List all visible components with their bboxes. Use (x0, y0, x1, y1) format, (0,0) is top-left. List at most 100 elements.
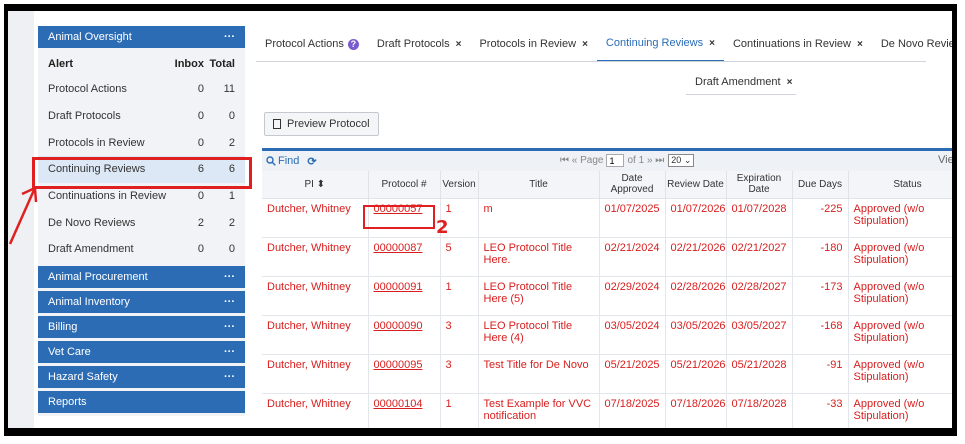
sidebar-item-draft-protocols[interactable]: Draft Protocols 0 0 (38, 103, 245, 130)
sidebar-section-hazard-safety[interactable]: Hazard Safety ··· (38, 365, 245, 388)
pi-cell: Dutcher, Whitney (262, 315, 369, 355)
table-row[interactable]: Dutcher, Whitney 00000095 3 Test Title for … (262, 354, 952, 394)
pager: ⏮ « Page of 1 » ⏭ 20 ⌄ (560, 154, 695, 167)
sidebar-item-draft-amendment[interactable]: Draft Amendment 0 0 (38, 236, 245, 263)
sidebar-section-billing[interactable]: Billing ··· (38, 315, 245, 338)
prev-page-icon[interactable]: « (572, 155, 578, 166)
sidebar-section-reports[interactable]: Reports (38, 390, 245, 413)
button-label: Preview Protocol (287, 118, 370, 130)
sidebar-section-vet-care[interactable]: Vet Care ··· (38, 340, 245, 363)
pi-cell: Dutcher, Whitney (262, 237, 369, 277)
date-approved-cell: 03/05/2024 (599, 315, 666, 355)
version-cell: 1 (440, 393, 479, 428)
page-size-select[interactable]: 20 ⌄ (668, 154, 695, 167)
page-label: Page (580, 155, 604, 166)
tab-protocols-in-review[interactable]: Protocols in Review × (470, 26, 596, 62)
tab-draft-amendment[interactable]: Draft Amendment × (686, 70, 801, 94)
sidebar-item-de-novo-reviews[interactable]: De Novo Reviews 2 2 (38, 209, 245, 236)
column-header-review-date[interactable]: Review Date (665, 171, 727, 199)
column-header-title[interactable]: Title (478, 171, 600, 199)
table-row[interactable]: Dutcher, Whitney 00000091 1 LEO Protocol Ti… (262, 276, 952, 316)
preview-protocol-button[interactable]: Preview Protocol (264, 112, 379, 136)
page-count: of 1 (627, 155, 645, 166)
column-header-due-days[interactable]: Due Days (792, 171, 849, 199)
expiration-date-cell: 05/21/2028 (726, 354, 793, 394)
first-page-icon[interactable]: ⏮ (560, 155, 569, 166)
protocol-cell: 00000087 (368, 237, 441, 277)
tab-label: Continuations in Review (732, 38, 851, 50)
tab-continuing-reviews[interactable]: Continuing Reviews × (596, 26, 724, 62)
review-date-cell: 02/21/2026 (665, 237, 727, 277)
expiration-date-cell: 07/18/2028 (726, 393, 793, 428)
refresh-icon[interactable]: ⟳ (307, 155, 316, 168)
close-icon[interactable]: × (787, 77, 793, 88)
last-page-icon[interactable]: ⏭ (655, 155, 664, 166)
alert-column-header: Alert (48, 57, 74, 70)
grid-toolbar: Find ⟳ ⏮ « Page of 1 » ⏭ 20 ⌄ Vie (262, 151, 952, 171)
search-icon (266, 156, 276, 166)
close-icon[interactable]: × (857, 39, 863, 50)
sidebar-item-label: De Novo Reviews (48, 216, 136, 229)
version-cell: 3 (440, 315, 479, 355)
table-row[interactable]: Dutcher, Whitney 00000090 3 LEO Protocol Ti… (262, 315, 952, 355)
table-row[interactable]: Dutcher, Whitney 00000087 5 LEO Protocol Ti… (262, 237, 952, 277)
tab-label: De Novo Reviews (880, 38, 955, 50)
help-icon[interactable]: ? (347, 38, 359, 50)
view-label[interactable]: Vie (938, 154, 952, 166)
close-icon[interactable]: × (456, 39, 462, 50)
close-icon[interactable]: × (709, 38, 715, 49)
annotation-protocol-box (363, 205, 435, 229)
protocol-link[interactable]: 00000095 (374, 359, 423, 371)
page-number-input[interactable] (606, 154, 625, 167)
column-header-pi[interactable]: PI ⬍ (262, 171, 369, 199)
sidebar-item-protocol-actions[interactable]: Protocol Actions 0 11 (38, 76, 245, 103)
column-header-version[interactable]: Version (440, 171, 479, 199)
tab-label: Draft Protocols (376, 38, 450, 50)
protocol-link[interactable]: 00000104 (374, 398, 423, 410)
section-title: Animal Oversight (48, 31, 132, 43)
more-icon[interactable]: ··· (224, 31, 235, 43)
sidebar-section-animal-procurement[interactable]: Animal Procurement ··· (38, 265, 245, 288)
protocol-link[interactable]: 00000090 (374, 320, 423, 332)
sidebar-section-animal-oversight[interactable]: Animal Oversight ··· (38, 26, 245, 48)
tab-label: Continuing Reviews (605, 37, 704, 49)
tab-protocol-actions[interactable]: Protocol Actions ? (256, 26, 368, 62)
column-header-expiration-date[interactable]: Expiration Date (726, 171, 793, 199)
due-days-cell: -168 (792, 315, 849, 355)
protocol-link[interactable]: 00000091 (374, 281, 423, 293)
main-area: Protocol Actions ? Draft Protocols × Pro… (256, 26, 955, 136)
tab-draft-protocols[interactable]: Draft Protocols × (368, 26, 471, 62)
section-title: Animal Inventory (48, 295, 130, 308)
more-icon[interactable]: ··· (224, 371, 235, 383)
date-approved-cell: 07/18/2025 (599, 393, 666, 428)
tab-de-novo-reviews[interactable]: De Novo Reviews × (872, 26, 955, 62)
find-button[interactable]: Find (266, 155, 299, 167)
page-size-value: 20 (671, 155, 682, 165)
total-count: 11 (223, 83, 235, 96)
more-icon[interactable]: ··· (224, 296, 235, 308)
more-icon[interactable]: ··· (224, 321, 235, 333)
expiration-date-cell: 02/28/2027 (726, 276, 793, 316)
column-header-protocol[interactable]: Protocol # (368, 171, 441, 199)
table-row[interactable]: Dutcher, Whitney 00000104 1 Test Example fo… (262, 393, 952, 428)
sidebar-item-protocols-in-review[interactable]: Protocols in Review 0 2 (38, 129, 245, 156)
column-header-status[interactable]: Status (848, 171, 952, 199)
more-icon[interactable]: ··· (224, 271, 235, 283)
close-icon[interactable]: × (582, 39, 588, 50)
next-page-icon[interactable]: » (647, 155, 653, 166)
protocol-link[interactable]: 00000087 (374, 242, 423, 254)
due-days-cell: -91 (792, 354, 849, 394)
pi-cell: Dutcher, Whitney (262, 354, 369, 394)
due-days-cell: -225 (792, 198, 849, 238)
more-icon[interactable]: ··· (224, 346, 235, 358)
review-date-cell: 01/07/2026 (665, 198, 727, 238)
inbox-count: 0 (197, 110, 204, 123)
tab-continuations-in-review[interactable]: Continuations in Review × (724, 26, 872, 62)
title-cell: Test Example for VVC notification (478, 393, 600, 428)
sidebar-item-label: Continuations in Review (48, 190, 167, 203)
protocol-cell: 00000091 (368, 276, 441, 316)
column-header-date-approved[interactable]: Date Approved (599, 171, 666, 199)
inbox-count: 0 (197, 243, 204, 256)
sidebar-section-animal-inventory[interactable]: Animal Inventory ··· (38, 290, 245, 313)
pi-cell: Dutcher, Whitney (262, 276, 369, 316)
